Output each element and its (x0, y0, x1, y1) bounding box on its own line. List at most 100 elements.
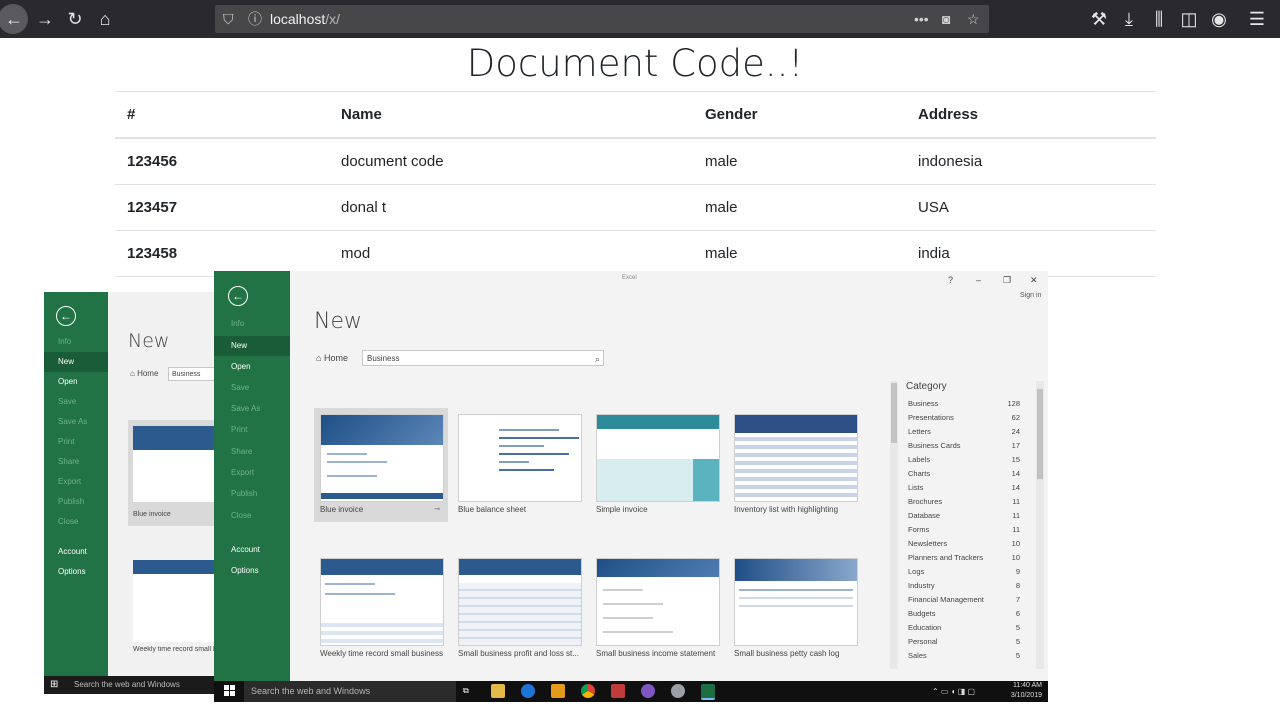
start-tile (224, 691, 229, 696)
template-label: Inventory list with highlighting (734, 505, 839, 514)
category-item: Letters 24 (908, 425, 1020, 439)
cell-id: 123457 (127, 199, 178, 216)
category-count: 5 (1015, 651, 1020, 660)
url-path: /x/ (325, 11, 341, 27)
url-text[interactable]: localhost/x/ (270, 5, 340, 33)
bookmark-star-icon[interactable]: ☆ (967, 5, 980, 33)
header-id: # (127, 106, 136, 123)
reload-icon: ↻ (67, 9, 83, 29)
page-actions-icon[interactable]: ••• (914, 5, 929, 33)
template-card: Small business income statement (590, 552, 724, 666)
start-tile (230, 685, 235, 690)
template-thumb (734, 414, 858, 502)
side-item-publish: Publish (231, 489, 258, 498)
start-tile (230, 691, 235, 696)
category-name: Charts (908, 469, 931, 478)
sidebar-button[interactable]: ◫ (1174, 0, 1204, 38)
windows-taskbar-image: Search the web and Windows ⧉ ⌃ ▭ ◖ ◨ ▢ 1… (214, 681, 1048, 702)
thumb-line (325, 583, 375, 585)
back-windows-icon: ⊞ (50, 679, 59, 690)
thumb-footer-band (321, 493, 443, 499)
category-name: Labels (908, 455, 931, 464)
back-arrow-icon: ← (5, 9, 23, 29)
thumb-banner (321, 415, 443, 445)
downloads-button[interactable]: ⤓ (1114, 0, 1144, 38)
header-name: Name (341, 106, 382, 123)
template-label: Small business petty cash log (734, 649, 840, 658)
category-item: Brochures 11 (908, 495, 1020, 509)
back-thumb-banner (133, 560, 220, 574)
forward-button[interactable]: → (30, 0, 60, 38)
shield-icon: ⛉ (223, 11, 234, 27)
account-button[interactable]: ◉ (1204, 0, 1234, 38)
template-card: Small business petty cash log (728, 552, 862, 666)
excel-window-image: ← Info New Open Save Save As Print Share… (214, 271, 1048, 681)
thumb-line (327, 475, 377, 477)
back-home-link: ⌂ Home (130, 369, 159, 378)
menu-button[interactable]: ☰ (1242, 0, 1272, 38)
side-item-new: New (214, 336, 290, 356)
restore-icon: ❐ (1003, 275, 1012, 285)
home-button[interactable]: ⌂ (90, 0, 120, 38)
template-card: Weekly time record small business (314, 552, 448, 666)
address-bar[interactable]: ⛉ ⓘ localhost/x/ ••• ◙ ☆ (215, 5, 989, 33)
thumb-bar (499, 445, 544, 447)
thumb-line (603, 603, 663, 605)
category-count: 128 (1007, 399, 1020, 408)
side-item-options: Options (231, 566, 259, 575)
category-item: Industry 8 (908, 579, 1020, 593)
category-name: Industry (908, 581, 935, 590)
category-count: 11 (1012, 497, 1020, 506)
sidebar-icon: ◫ (1180, 9, 1198, 29)
side-item-save-as: Save As (231, 404, 261, 413)
template-search-field: Business ⌕ (362, 350, 604, 366)
account-icon: ◉ (1211, 9, 1227, 29)
reload-button[interactable]: ↻ (60, 0, 90, 38)
cell-gender: male (705, 153, 738, 170)
search-icon: ⌕ (594, 354, 600, 364)
clock-date: 3/10/2019 (1010, 692, 1042, 699)
back-template-label: Weekly time record small bus (133, 646, 220, 653)
category-item: Planners and Trackers 10 (908, 551, 1020, 565)
category-item: Financial Management 7 (908, 593, 1020, 607)
start-tile (224, 685, 229, 690)
category-item: Personal 5 (908, 635, 1020, 649)
thumb-line (327, 453, 367, 455)
back-button[interactable]: ← (0, 0, 28, 38)
thumb-line (327, 461, 387, 463)
side-item-save: Save (231, 383, 250, 392)
category-count: 11 (1012, 511, 1020, 520)
category-name: Logs (908, 567, 925, 576)
table-row: 123457 donal t male USA (115, 185, 1156, 231)
side-item-print: Print (231, 425, 248, 434)
category-heading: Category (906, 381, 947, 392)
tools-button[interactable]: ⚒ (1084, 0, 1114, 38)
category-item: Presentations 62 (908, 411, 1020, 425)
new-title: New (314, 309, 362, 334)
home-icon: ⌂ (316, 353, 322, 363)
app-icon (611, 684, 625, 698)
category-count: 62 (1011, 413, 1020, 422)
back-side-item: Open (58, 377, 78, 386)
back-side-item: Options (58, 567, 86, 576)
info-icon[interactable]: ⓘ (248, 5, 262, 33)
back-template-label: Blue invoice (133, 511, 171, 518)
category-name: Business (908, 399, 939, 408)
cell-address: USA (918, 199, 949, 216)
thumb-banner (321, 559, 443, 575)
library-button[interactable]: ⫼ (1144, 0, 1174, 38)
side-item-share: Share (231, 447, 253, 456)
hamburger-menu-icon: ☰ (1248, 9, 1266, 29)
category-name: Business Cards (908, 441, 961, 450)
home-link: ⌂ Home (316, 353, 348, 363)
template-thumb (734, 558, 858, 646)
wrench-icon: ⚒ (1090, 9, 1108, 29)
data-table: # Name Gender Address 123456 document co… (115, 91, 1156, 277)
thumb-bar (499, 429, 559, 431)
back-side-item: Close (58, 517, 79, 526)
pocket-icon[interactable]: ◙ (942, 5, 950, 33)
excel-back-window-image: ← Info New Open Save Save As Print Share… (44, 292, 220, 694)
template-thumb (320, 414, 444, 502)
app-icon (671, 684, 685, 698)
category-name: Database (908, 511, 941, 520)
